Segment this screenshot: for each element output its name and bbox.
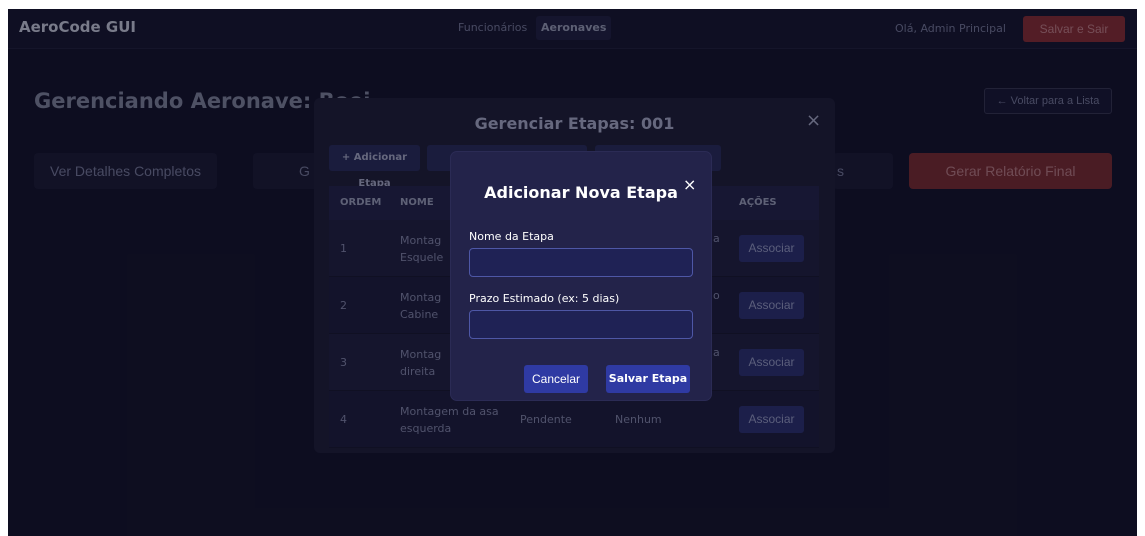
app-window: AeroCode GUI Funcionários Aeronaves Olá,… <box>8 9 1137 536</box>
stage-name-input[interactable] <box>469 248 693 277</box>
deadline-label: Prazo Estimado (ex: 5 dias) <box>469 292 620 305</box>
cancel-button[interactable]: Cancelar <box>524 365 588 393</box>
dialog-title: Adicionar Nova Etapa <box>484 183 678 202</box>
close-icon[interactable]: × <box>683 175 696 194</box>
save-stage-button[interactable]: Salvar Etapa <box>606 365 690 393</box>
stage-name-label: Nome da Etapa <box>469 230 554 243</box>
deadline-input[interactable] <box>469 310 693 339</box>
add-stage-dialog: Adicionar Nova Etapa × Nome da Etapa Pra… <box>451 152 711 400</box>
